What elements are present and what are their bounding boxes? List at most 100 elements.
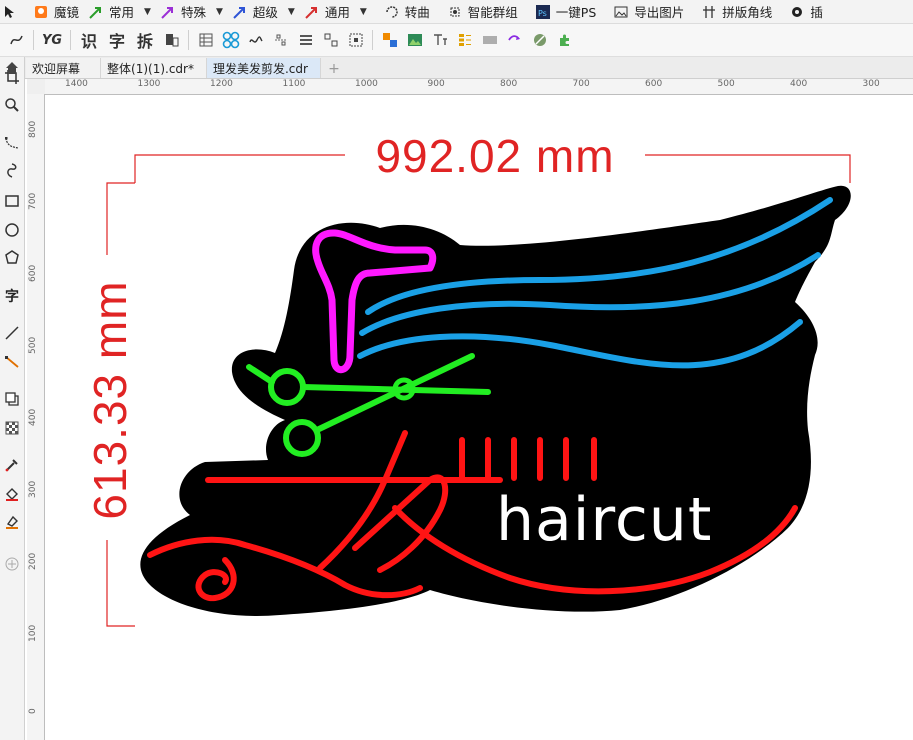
picture-button[interactable]	[404, 29, 426, 51]
menu-item-9[interactable]: 拼版角线	[690, 0, 778, 23]
menu-item-label: 拼版角线	[722, 5, 773, 20]
arrows-button[interactable]	[504, 29, 526, 51]
distribute-button[interactable]	[270, 29, 292, 51]
ruler-tick-label: 300	[28, 480, 38, 498]
polygon-icon	[5, 250, 19, 264]
line-tool[interactable]	[2, 323, 22, 343]
curve-icon	[386, 5, 398, 18]
zoom-tool[interactable]	[2, 95, 22, 115]
fill-bucket-icon	[6, 488, 18, 501]
menu-item-label: 魔镜	[54, 5, 80, 20]
ellipse-icon	[5, 223, 19, 237]
separator	[70, 30, 71, 50]
bezier-tool[interactable]	[2, 133, 22, 153]
menu-item-label: 超级	[252, 5, 278, 20]
menu-item-10[interactable]: 插	[778, 0, 829, 23]
ruler-tick-label: 300	[862, 79, 880, 89]
document-tab-2[interactable]: 理发美发剪发.cdr	[206, 58, 321, 78]
barcode-button[interactable]	[479, 29, 501, 51]
ruler-tick-label: 400	[28, 408, 38, 426]
menu-item-label: 插	[810, 5, 823, 20]
table-button[interactable]	[195, 29, 217, 51]
select-box-button[interactable]	[345, 29, 367, 51]
clipboard-button[interactable]	[161, 29, 183, 51]
ps-icon: Ps	[535, 4, 550, 19]
align-icon	[324, 33, 337, 47]
chevron-down-icon[interactable]: ▼	[144, 7, 151, 17]
menu-item-7[interactable]: Ps 一键PS	[524, 0, 602, 23]
menu-item-5[interactable]: 转曲	[373, 0, 436, 23]
align-button[interactable]	[320, 29, 342, 51]
menu-item-label: 特殊	[180, 5, 206, 20]
eyedropper-tool[interactable]	[2, 455, 22, 475]
drawing-canvas[interactable]: 992.02 mm 613.33 mm haircut	[45, 95, 913, 740]
ruler-tick-label: 700	[28, 192, 38, 210]
transparency-tool[interactable]	[2, 418, 22, 438]
list-icon	[458, 34, 471, 46]
group-icon	[450, 7, 460, 16]
yg-button[interactable]: YG	[40, 29, 65, 51]
polygon-tool[interactable]	[2, 248, 22, 268]
sphere-button[interactable]	[529, 29, 551, 51]
plugin-button[interactable]	[554, 29, 576, 51]
add-tool-button[interactable]	[2, 554, 22, 574]
shadow-tool[interactable]	[2, 389, 22, 409]
text-tool[interactable]: 字	[2, 286, 22, 306]
svg-text:Ps: Ps	[538, 9, 547, 18]
rectangle-tool[interactable]	[2, 191, 22, 211]
char-button[interactable]: 字	[105, 29, 130, 51]
ruler-tick-label: 1300	[137, 79, 161, 89]
menu-item-0[interactable]: 魔镜	[30, 0, 85, 23]
menu-item-3[interactable]: 超级 ▼	[229, 0, 301, 23]
lines-button[interactable]	[295, 29, 317, 51]
menu-item-2[interactable]: 特殊 ▼	[157, 0, 229, 23]
text-frame-button[interactable]	[429, 29, 451, 51]
curve-tool[interactable]	[2, 161, 22, 181]
chevron-down-icon[interactable]: ▼	[360, 7, 367, 17]
connector-tool[interactable]	[2, 352, 22, 372]
home-tab-button[interactable]	[2, 59, 22, 77]
color-blocks-button[interactable]	[379, 29, 401, 51]
ruler-tick-label: 200	[28, 552, 38, 570]
fill-tool[interactable]	[2, 484, 22, 504]
freehand-tool-button[interactable]	[6, 29, 28, 51]
eyedropper-icon	[5, 459, 18, 472]
zoom-icon	[5, 98, 19, 112]
menu-item-label: 一键PS	[555, 5, 597, 20]
document-tab-1[interactable]: 整体(1)(1).cdr*	[101, 58, 207, 78]
split-button[interactable]: 拆	[133, 29, 158, 51]
vertical-ruler[interactable]: 800 700 600 500 400 300 200 100 0	[27, 94, 45, 740]
ruler-tick-label: 1100	[282, 79, 306, 89]
haircut-text: haircut	[496, 485, 712, 555]
color-blocks-icon	[382, 33, 397, 47]
distribute-icon	[274, 34, 287, 46]
document-tab-0[interactable]: 欢迎屏幕	[26, 58, 102, 78]
transparency-icon	[5, 421, 19, 435]
curve-icon	[7, 163, 17, 178]
ellipse-tool[interactable]	[2, 220, 22, 240]
menu-item-8[interactable]: 导出图片	[602, 0, 690, 23]
smart-fill-tool[interactable]	[2, 512, 22, 532]
line-icon	[5, 326, 19, 340]
horizontal-ruler[interactable]: 1400 1300 1200 1100 1000 900 800 700 600 500 400 30…	[45, 79, 913, 95]
freehand-icon	[9, 35, 23, 45]
recognize-button[interactable]: 识	[77, 29, 102, 51]
ruler-tick-label: 1200	[210, 79, 233, 89]
chevron-down-icon[interactable]: ▼	[216, 7, 223, 17]
pattern-button[interactable]	[220, 29, 242, 51]
shadow-icon	[5, 392, 19, 406]
new-tab-button[interactable]: +	[325, 60, 343, 78]
toolbox: 字	[0, 57, 25, 740]
menu-item-6[interactable]: 智能群组	[436, 0, 524, 23]
document-tab-bar: 欢迎屏幕 整体(1)(1).cdr* 理发美发剪发.cdr +	[0, 57, 913, 79]
list-button[interactable]	[454, 29, 476, 51]
menu-item-1[interactable]: 常用 ▼	[85, 0, 157, 23]
wave-button[interactable]	[245, 29, 267, 51]
pattern-icon	[222, 31, 239, 49]
ruler-corner[interactable]	[27, 79, 46, 95]
separator	[372, 30, 373, 50]
menu-item-4[interactable]: 通用 ▼	[301, 0, 373, 23]
chevron-down-icon[interactable]: ▼	[288, 7, 295, 17]
pointer-tool-button[interactable]	[0, 0, 30, 23]
width-dimension-text: 992.02 mm	[375, 130, 614, 182]
